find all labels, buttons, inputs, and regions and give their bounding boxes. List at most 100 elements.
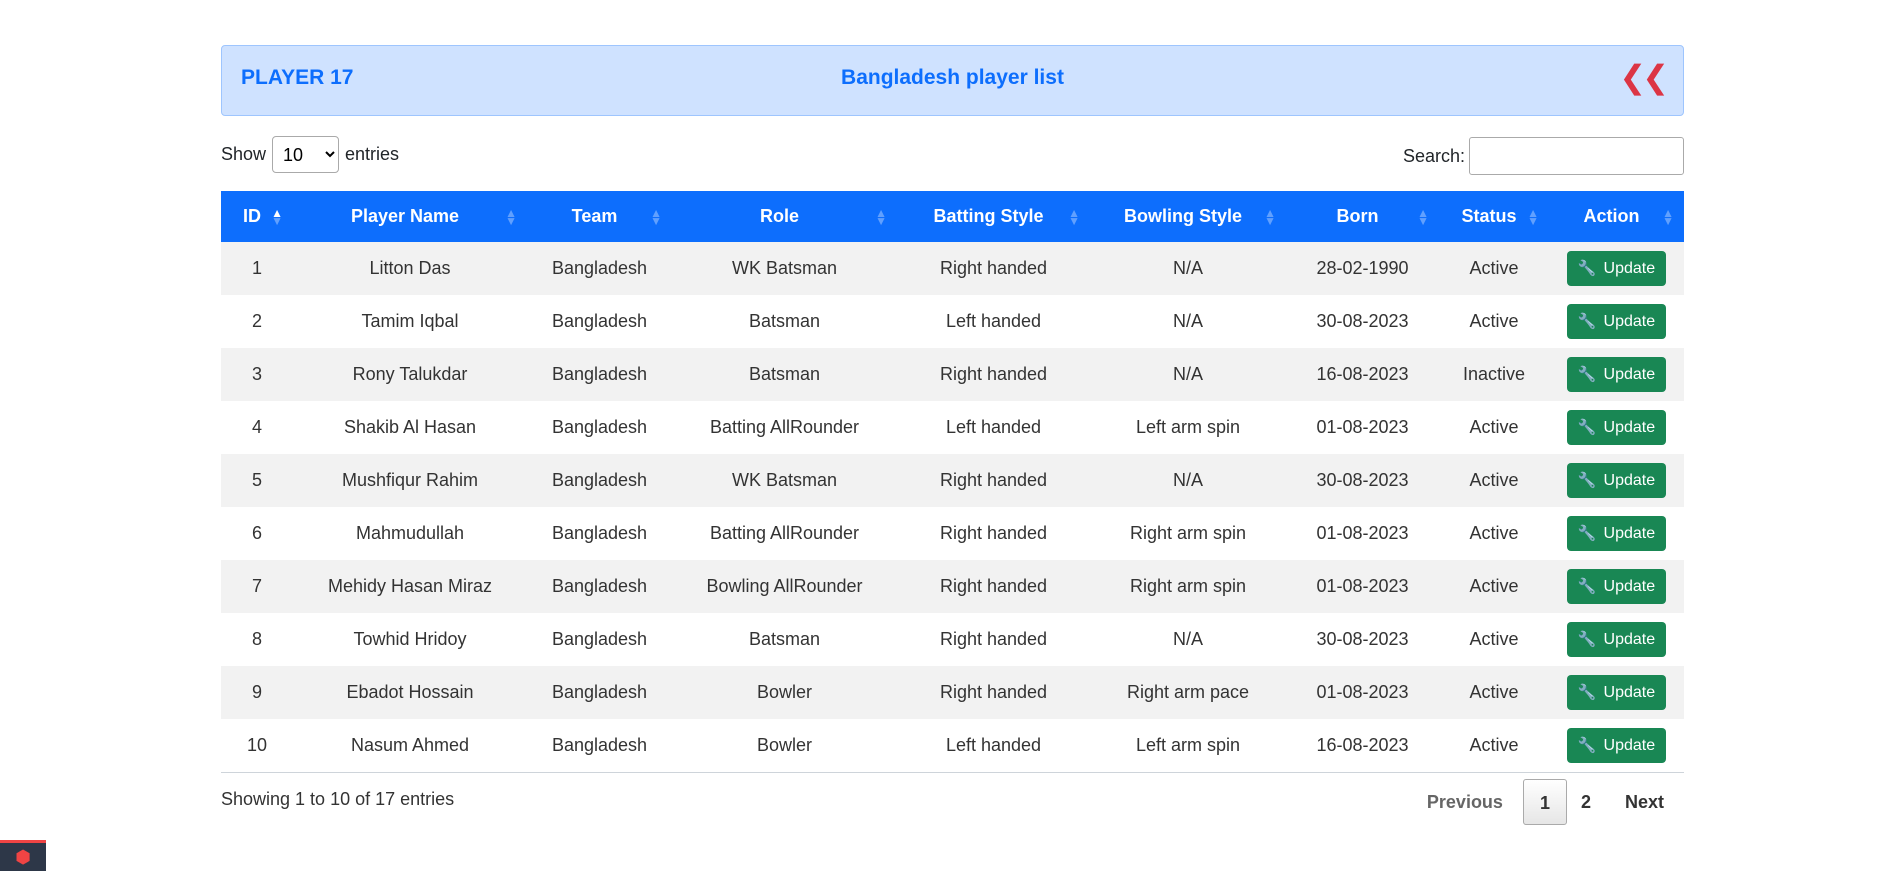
cell-team: Bangladesh <box>551 417 648 437</box>
cell-batting-style: Right handed <box>897 348 1090 401</box>
cell-batting-style: Left handed <box>945 417 1042 437</box>
cell-role: Bowler <box>672 719 897 773</box>
cell-id: 10 <box>221 719 293 773</box>
update-button[interactable]: 🔧 Update <box>1566 622 1667 657</box>
update-button[interactable]: 🔧 Update <box>1566 728 1667 763</box>
table-row: 10 Nasum Ahmed Bangladesh Bowler Left ha… <box>221 719 1684 773</box>
cell-bowling-style: N/A <box>1172 311 1203 331</box>
sort-icon: ▲ ▼ <box>1264 205 1276 228</box>
wrench-icon: 🔧 <box>1577 631 1597 648</box>
column-header-status[interactable]: Status ▲ ▼ <box>1439 191 1549 242</box>
cell-player-name: Tamim Iqbal <box>361 311 459 331</box>
cell-role: Bowler <box>672 666 897 719</box>
update-button[interactable]: 🔧 Update <box>1566 410 1667 445</box>
cell-player-name: Nasum Ahmed <box>293 719 527 773</box>
page-button-1[interactable]: 1 <box>1522 779 1567 825</box>
column-header-bowling-style[interactable]: Bowling Style ▲ ▼ <box>1090 191 1286 242</box>
cell-team: Bangladesh <box>551 629 648 649</box>
wrench-icon: 🔧 <box>1577 472 1597 489</box>
cell-status: Active <box>1439 242 1549 295</box>
page-title: Bangladesh player list <box>841 66 1064 89</box>
table-row: 1 Litton Das Bangladesh WK Batsman Right… <box>221 242 1684 295</box>
cell-player-name: Towhid Hridoy <box>353 629 467 649</box>
wrench-icon: 🔧 <box>1577 578 1597 595</box>
cell-role: Batting AllRounder <box>709 417 860 437</box>
cell-born: 16-08-2023 <box>1286 348 1439 401</box>
cell-action: 🔧 Update <box>1549 401 1684 454</box>
cell-status: Active <box>1469 417 1519 437</box>
cell-role: WK Batsman <box>672 454 897 507</box>
cell-status: Inactive <box>1439 348 1549 401</box>
wrench-icon: 🔧 <box>1577 525 1597 542</box>
players-table: ID ▲ ▼ Player Name ▲ ▼ Team ▲ ▼ Role ▲ ▼ Batting… <box>221 191 1684 773</box>
column-header-role[interactable]: Role ▲ ▼ <box>672 191 897 242</box>
cell-team: Bangladesh <box>527 348 672 401</box>
next-page-button[interactable]: Next <box>1605 779 1684 825</box>
page-length-select[interactable]: 10 <box>272 136 340 173</box>
cell-bowling-style: N/A <box>1090 454 1286 507</box>
column-header-action[interactable]: Action ▲ ▼ <box>1549 191 1684 242</box>
update-button[interactable]: 🔧 Update <box>1566 251 1667 286</box>
table-footer: Showing 1 to 10 of 17 entries Previous 1… <box>221 773 1684 833</box>
column-header-batting-style[interactable]: Batting Style ▲ ▼ <box>897 191 1090 242</box>
update-button[interactable]: 🔧 Update <box>1566 675 1667 710</box>
cell-id: 4 <box>251 417 262 437</box>
cell-status: Active <box>1469 523 1519 543</box>
column-header-born[interactable]: Born ▲ ▼ <box>1286 191 1439 242</box>
cell-player-name: Mehidy Hasan Miraz <box>293 560 527 613</box>
search-control: Search: <box>1403 136 1684 176</box>
page-button-2[interactable]: 2 <box>1567 779 1605 825</box>
cell-id: 1 <box>221 242 293 295</box>
cell-player-name: Shakib Al Hasan <box>343 417 477 437</box>
double-chevron-left-icon[interactable]: ❮❮ <box>1619 58 1669 96</box>
cell-action: 🔧 Update <box>1549 507 1684 560</box>
wrench-icon: 🔧 <box>1577 313 1597 330</box>
cell-born: 01-08-2023 <box>1286 666 1439 719</box>
cell-player-name: Mahmudullah <box>355 523 465 543</box>
cell-status: Active <box>1439 719 1549 773</box>
table-row: 4 Shakib Al Hasan Bangladesh Batting All… <box>221 401 1684 454</box>
cell-team: Bangladesh <box>551 523 648 543</box>
cell-born: 30-08-2023 <box>1316 629 1409 649</box>
sort-icon: ▲ ▼ <box>650 205 662 228</box>
wrench-icon: 🔧 <box>1577 737 1597 754</box>
sort-icon: ▲ ▼ <box>875 205 887 228</box>
sort-icon: ▲ ▼ <box>1662 205 1674 228</box>
cell-team: Bangladesh <box>527 242 672 295</box>
pagination: Previous 1 2 Next <box>1407 779 1684 825</box>
page-header: PLAYER 17 Bangladesh player list ❮❮ <box>221 45 1684 116</box>
update-button[interactable]: 🔧 Update <box>1566 569 1667 604</box>
cell-team: Bangladesh <box>551 311 648 331</box>
cell-role: WK Batsman <box>672 242 897 295</box>
update-button[interactable]: 🔧 Update <box>1566 516 1667 551</box>
cell-team: Bangladesh <box>527 719 672 773</box>
column-header-team[interactable]: Team ▲ ▼ <box>527 191 672 242</box>
cell-role: Batsman <box>748 629 821 649</box>
main-container: PLAYER 17 Bangladesh player list ❮❮ Show… <box>221 45 1684 833</box>
table-row: 9 Ebadot Hossain Bangladesh Bowler Right… <box>221 666 1684 719</box>
update-button[interactable]: 🔧 Update <box>1566 357 1667 392</box>
cell-born: 01-08-2023 <box>1316 523 1409 543</box>
cell-id: 2 <box>251 311 262 331</box>
cell-born: 30-08-2023 <box>1316 311 1409 331</box>
cell-role: Batting AllRounder <box>709 523 860 543</box>
cell-team: Bangladesh <box>527 666 672 719</box>
cell-action: 🔧 Update <box>1549 560 1684 613</box>
cell-player-name: Ebadot Hossain <box>293 666 527 719</box>
column-header-player-name[interactable]: Player Name ▲ ▼ <box>293 191 527 242</box>
entries-label: entries <box>345 144 400 164</box>
update-button[interactable]: 🔧 Update <box>1566 463 1667 498</box>
search-input[interactable] <box>1469 137 1684 175</box>
search-label: Search: <box>1402 145 1465 166</box>
table-row: 8 Towhid Hridoy Bangladesh Batsman Right… <box>221 613 1684 666</box>
sort-icon: ▲ ▼ <box>1417 205 1429 228</box>
update-button[interactable]: 🔧 Update <box>1566 304 1667 339</box>
cell-id: 3 <box>221 348 293 401</box>
column-header-id[interactable]: ID ▲ ▼ <box>221 191 293 242</box>
previous-page-button[interactable]: Previous <box>1407 779 1523 825</box>
table-row: 5 Mushfiqur Rahim Bangladesh WK Batsman … <box>221 454 1684 507</box>
cell-bowling-style: N/A <box>1090 348 1286 401</box>
cell-status: Active <box>1439 454 1549 507</box>
cell-born: 01-08-2023 <box>1286 560 1439 613</box>
debug-toolbar-toggle[interactable]: ⬢ <box>0 840 46 871</box>
